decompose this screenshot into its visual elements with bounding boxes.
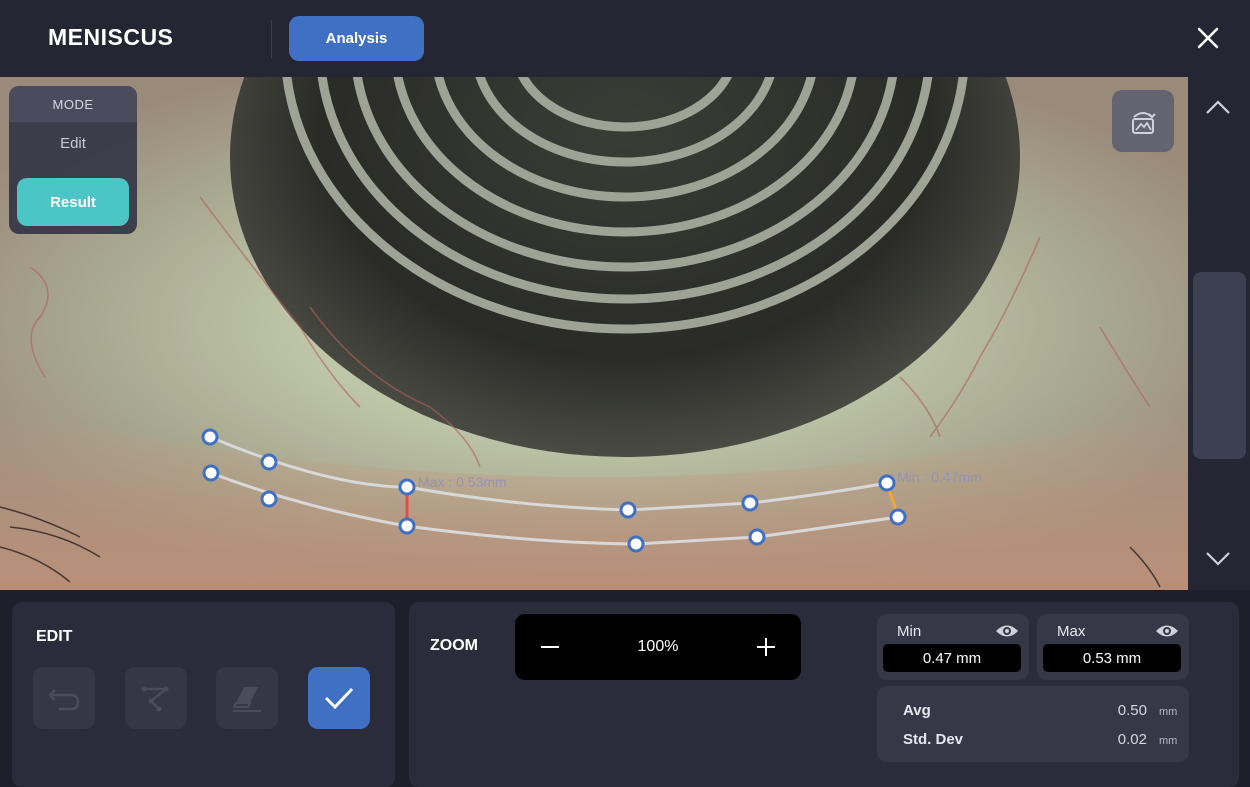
photo-rotate-icon — [1132, 112, 1156, 134]
scroll-up-button[interactable] — [1200, 92, 1236, 122]
avg-value: 0.50 — [1117, 702, 1147, 719]
std-dev-label: Std. Dev — [903, 731, 964, 748]
eye-icon[interactable] — [995, 622, 1019, 640]
std-dev-value: 0.02 — [1117, 731, 1147, 748]
mode-panel: MODE Edit Result — [9, 86, 137, 234]
minus-icon — [541, 646, 559, 648]
max-label: Max — [1057, 623, 1086, 640]
avg-unit: mm — [1159, 706, 1178, 718]
eraser-button[interactable] — [216, 667, 278, 729]
min-label: Min — [897, 623, 922, 640]
close-icon — [1197, 27, 1219, 49]
zoom-stats-panel: ZOOM 100% Min 0.47 mm Max 0.53 mm Avg 0.… — [409, 602, 1239, 787]
eye-image-viewer[interactable]: Max : 0.53mm Min : 0.47mm — [0, 77, 1188, 590]
max-label: Max : 0.53mm — [418, 474, 507, 490]
analysis-button[interactable]: Analysis — [289, 16, 424, 61]
app-header: MENISCUS Analysis — [0, 0, 1250, 77]
draw-line-button[interactable] — [125, 667, 187, 729]
chevron-up-icon — [1206, 100, 1230, 114]
mode-result-option[interactable]: Result — [17, 178, 129, 226]
eye-image: Max : 0.53mm Min : 0.47mm — [0, 77, 1188, 590]
photo-rotate-button[interactable] — [1112, 90, 1174, 152]
min-stat: Min 0.47 mm — [877, 614, 1029, 680]
edit-panel: EDIT — [12, 602, 395, 787]
undo-button[interactable] — [33, 667, 95, 729]
scrollbar-thumb[interactable] — [1193, 272, 1246, 459]
zoom-in-button[interactable] — [751, 632, 781, 662]
std-dev-unit: mm — [1159, 735, 1178, 747]
min-label: Min : 0.47mm — [897, 469, 982, 485]
min-value: 0.47 mm — [883, 644, 1021, 672]
max-value: 0.53 mm — [1043, 644, 1181, 672]
mode-header: MODE — [9, 86, 137, 122]
max-stat: Max 0.53 mm — [1037, 614, 1189, 680]
eraser-icon — [232, 687, 261, 712]
confirm-button[interactable] — [308, 667, 370, 729]
check-icon — [324, 687, 354, 710]
mode-edit-option[interactable]: Edit — [9, 122, 137, 164]
zoom-label: ZOOM — [430, 637, 478, 654]
chevron-down-icon — [1206, 552, 1230, 566]
eye-icon[interactable] — [1155, 622, 1179, 640]
draw-line-icon — [141, 686, 170, 712]
app-title: MENISCUS — [48, 24, 174, 50]
undo-icon — [48, 689, 80, 711]
zoom-control: 100% — [515, 614, 801, 680]
plus-icon — [757, 638, 775, 656]
header-divider — [271, 20, 272, 58]
zoom-out-button[interactable] — [535, 632, 565, 662]
zoom-value: 100% — [637, 638, 679, 655]
scroll-down-button[interactable] — [1200, 544, 1236, 574]
avg-std-stats: Avg 0.50 mm Std. Dev 0.02 mm — [877, 686, 1189, 762]
edit-title: EDIT — [36, 628, 73, 645]
close-button[interactable] — [1190, 20, 1226, 56]
avg-label: Avg — [903, 702, 931, 719]
